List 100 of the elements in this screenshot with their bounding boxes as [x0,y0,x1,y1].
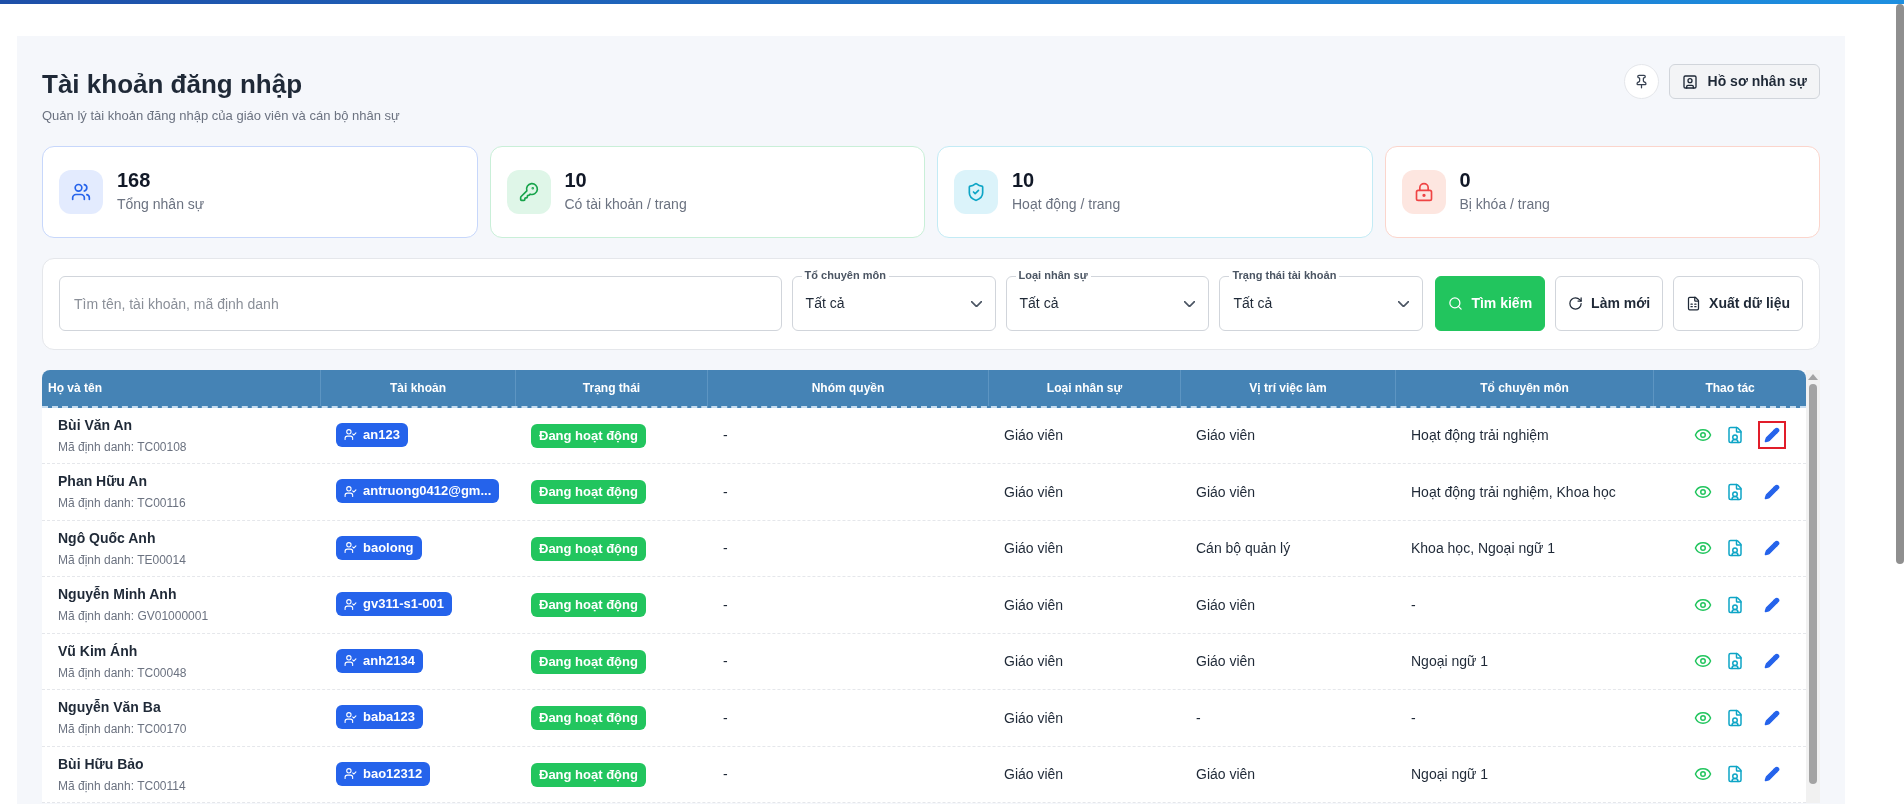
table-cell: Giáo viên [1004,427,1064,444]
pencil-icon [1763,540,1780,557]
profile-file-button[interactable] [1725,595,1744,614]
table-cell: - [1411,709,1416,726]
chevron-down-icon [970,300,982,307]
table-cell: Giáo viên [1004,653,1064,670]
edit-button[interactable] [1757,421,1786,450]
chevron-down-icon [1398,300,1410,307]
profile-file-button[interactable] [1725,652,1744,671]
file-icon [1686,296,1702,311]
staff-name: Bùi Văn An [58,415,134,435]
person-file-icon [1725,708,1744,727]
staff-id: Mã định danh: GV01000001 [58,608,210,626]
search-field[interactable]: Tìm tên, tài khoản, mã định danh [59,276,782,331]
account-badge: an123 [336,422,408,447]
stat-label: Bị khóa / trang [1459,195,1550,214]
account-badge: bao12312 [336,761,431,786]
table-cell: - [723,483,728,500]
page-title: Tài khoản đăng nhập [42,68,303,101]
status-badge: Đang hoạt động [531,649,646,674]
table-cell: Giáo viên [1196,596,1256,613]
staff-id: Mã định danh: TC00116 [58,495,187,513]
profile-file-button[interactable] [1725,708,1744,727]
stat-value: 168 [117,168,152,192]
account-badge: gv311-s1-001 [336,592,452,616]
status-badge: Đang hoạt động [531,423,646,448]
table-cell: Giáo viên [1196,653,1256,670]
status-badge: Đang hoạt động [531,480,646,505]
stat-value: 0 [1459,168,1472,192]
table-cell: Giáo viên [1196,766,1256,783]
stat-value: 10 [1012,168,1036,192]
stat-label: Có tài khoản / trang [564,195,687,214]
select-value: Tất cả [1233,294,1273,313]
column-header: Tài khoản [320,369,515,406]
staff-name: Phan Hữu An [58,472,148,492]
key-icon [506,169,551,214]
table-cell: Giáo viên [1004,540,1064,557]
account-badge: anh2134 [336,648,424,673]
profile-file-button[interactable] [1725,426,1744,445]
column-header: Trạng thái [515,369,707,406]
column-header: Tổ chuyên môn [1395,369,1653,406]
refresh-button[interactable]: Làm mới [1555,276,1664,331]
account-badge: baolong [336,535,422,560]
person-file-icon [1725,539,1744,558]
pin-button[interactable] [1623,64,1659,99]
column-header: Loại nhân sự [988,369,1180,406]
table-cell: - [723,709,728,726]
staff-profile-button[interactable]: Hồ sơ nhân sự [1668,64,1820,99]
table-cell: - [723,596,728,613]
status-badge: Đang hoạt động [531,706,646,731]
staff-id: Mã định danh: TE00014 [58,551,187,569]
table-cell: - [723,540,728,557]
column-header: Nhóm quyền [707,369,988,406]
staff-id: Mã định danh: TC00108 [58,438,188,456]
profile-card-icon [1681,73,1698,90]
pin-icon [1633,74,1649,89]
table-cell: - [723,766,728,783]
table-cell: Giáo viên [1004,483,1064,500]
search-icon [1448,296,1464,311]
account-badge: antruong0412@gm... [336,479,500,503]
table-cell: - [723,427,728,444]
lock-icon [1401,169,1446,214]
pencil-icon [1763,766,1780,783]
select-value: Tất cả [805,294,845,313]
chevron-down-icon [1184,300,1196,307]
staff-id: Mã định danh: TC00114 [58,777,187,795]
staff-name: Nguyễn Minh Anh [58,585,178,605]
stat-label: Hoạt động / trang [1012,195,1121,214]
table-cell: Giáo viên [1196,427,1256,444]
select-value: Tất cả [1019,294,1059,313]
person-file-icon [1725,652,1744,671]
person-file-icon [1725,765,1744,784]
person-file-icon [1725,482,1744,501]
status-badge: Đang hoạt động [531,762,646,787]
staff-name: Nguyễn Văn Ba [58,698,162,718]
export-button[interactable]: Xuất dữ liệu [1673,276,1803,331]
people-icon [59,169,103,214]
shield-check-icon [954,169,998,214]
staff-name: Bùi Hữu Bảo [58,754,145,774]
table-cell: Ngoại ngữ 1 [1411,653,1489,670]
table-cell: - [1411,596,1416,613]
status-badge: Đang hoạt động [531,536,646,561]
pencil-icon [1763,653,1780,670]
profile-file-button[interactable] [1725,539,1744,558]
staff-name: Ngô Quốc Anh [58,528,157,548]
person-file-icon [1725,595,1744,614]
stat-label: Tổng nhân sự [117,195,205,214]
account-badge: baba123 [336,705,424,729]
table-cell: - [1196,709,1201,726]
staff-name: Vũ Kim Ánh [58,641,139,661]
staff-id: Mã định danh: TC00170 [58,721,188,739]
column-header: Họ và tên [47,379,103,397]
stat-value: 10 [564,168,588,192]
select-label: Tổ chuyên môn [801,267,889,283]
table-cell: Khoa học, Ngoại ngữ 1 [1411,540,1556,557]
table-cell: Hoạt động trải nghiệm [1411,427,1549,444]
staff-id: Mã định danh: TC00048 [58,664,188,682]
pencil-icon [1763,483,1780,500]
profile-file-button[interactable] [1725,482,1744,501]
profile-file-button[interactable] [1725,765,1744,784]
